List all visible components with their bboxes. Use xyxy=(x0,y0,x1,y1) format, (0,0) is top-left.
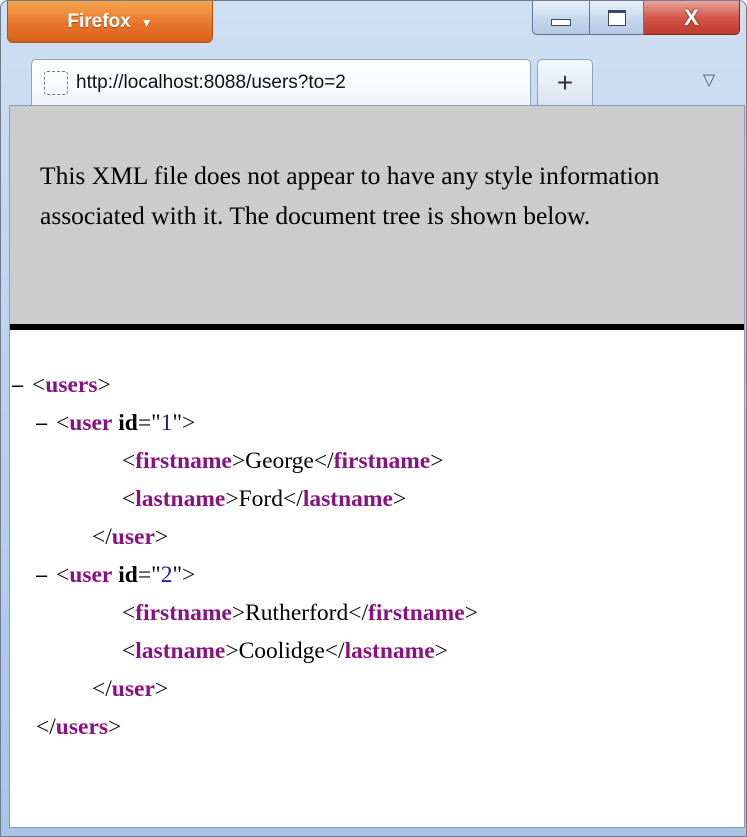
tag-name: lastname xyxy=(135,486,226,512)
tag-name: lastname xyxy=(135,638,226,664)
tag-name: users xyxy=(55,714,109,740)
firefox-menu-label: Firefox xyxy=(67,10,131,32)
xml-lastname: <lastname>Ford</lastname> xyxy=(122,486,407,512)
page-content: This XML file does not appear to have an… xyxy=(9,105,745,828)
list-all-tabs-button[interactable]: ▽ xyxy=(695,65,723,93)
xml-user-open: − <user id="1"> xyxy=(34,406,195,440)
tag-name: user xyxy=(111,676,155,702)
xml-firstname: <firstname>George</firstname> xyxy=(122,448,444,474)
collapse-toggle[interactable]: − xyxy=(10,370,32,404)
text-value: Coolidge xyxy=(238,638,325,664)
chevron-down-icon: ▼ xyxy=(140,15,153,30)
tag-name: user xyxy=(69,562,113,588)
tag-name: firstname xyxy=(333,448,431,474)
xml-root-close: </users> xyxy=(36,714,122,740)
maximize-button[interactable] xyxy=(590,1,644,35)
close-icon: X xyxy=(684,4,699,30)
tag-name: users xyxy=(45,372,98,398)
tag-name: user xyxy=(111,524,155,550)
collapse-toggle[interactable]: − xyxy=(34,408,56,442)
tag-name: lastname xyxy=(302,486,393,512)
xml-user-close: </user> xyxy=(92,676,169,702)
minimize-button[interactable] xyxy=(532,1,590,35)
new-tab-button[interactable]: + xyxy=(537,59,593,105)
close-button[interactable]: X xyxy=(644,1,740,35)
tag-name: user xyxy=(69,410,113,436)
attribute-value: 2 xyxy=(160,562,173,588)
tab-url: http://localhost:8088/users?to=2 xyxy=(76,71,346,93)
attribute-name: id xyxy=(118,410,138,436)
browser-window: Firefox ▼ X http://localhost:8088/users?… xyxy=(0,0,747,837)
tag-name: firstname xyxy=(135,448,232,474)
tag-name: firstname xyxy=(368,600,465,626)
text-value: Rutherford xyxy=(245,600,349,626)
page-favicon-icon xyxy=(44,70,68,95)
text-value: Ford xyxy=(238,486,284,512)
collapse-toggle[interactable]: − xyxy=(34,560,56,594)
xml-info-message: This XML file does not appear to have an… xyxy=(40,161,660,230)
plus-icon: + xyxy=(556,66,574,98)
attribute-value: 1 xyxy=(160,410,173,436)
minimize-icon xyxy=(551,19,571,26)
xml-root-open: − <users> xyxy=(10,368,111,402)
tag-name: lastname xyxy=(344,638,435,664)
firefox-menu-button[interactable]: Firefox ▼ xyxy=(7,1,213,43)
xml-lastname: <lastname>Coolidge</lastname> xyxy=(122,638,448,664)
text-value: George xyxy=(245,448,314,474)
tag-name: firstname xyxy=(135,600,232,626)
maximize-icon xyxy=(607,9,626,26)
window-controls: X xyxy=(532,1,740,35)
triangle-down-icon: ▽ xyxy=(702,69,716,89)
tab-active[interactable]: http://localhost:8088/users?to=2 xyxy=(31,59,531,105)
attribute-name: id xyxy=(118,562,138,588)
xml-user-close: </user> xyxy=(92,524,169,550)
xml-firstname: <firstname>Rutherford</firstname> xyxy=(122,600,478,626)
xml-info-box: This XML file does not appear to have an… xyxy=(10,106,744,330)
xml-user-open: − <user id="2"> xyxy=(34,558,195,592)
